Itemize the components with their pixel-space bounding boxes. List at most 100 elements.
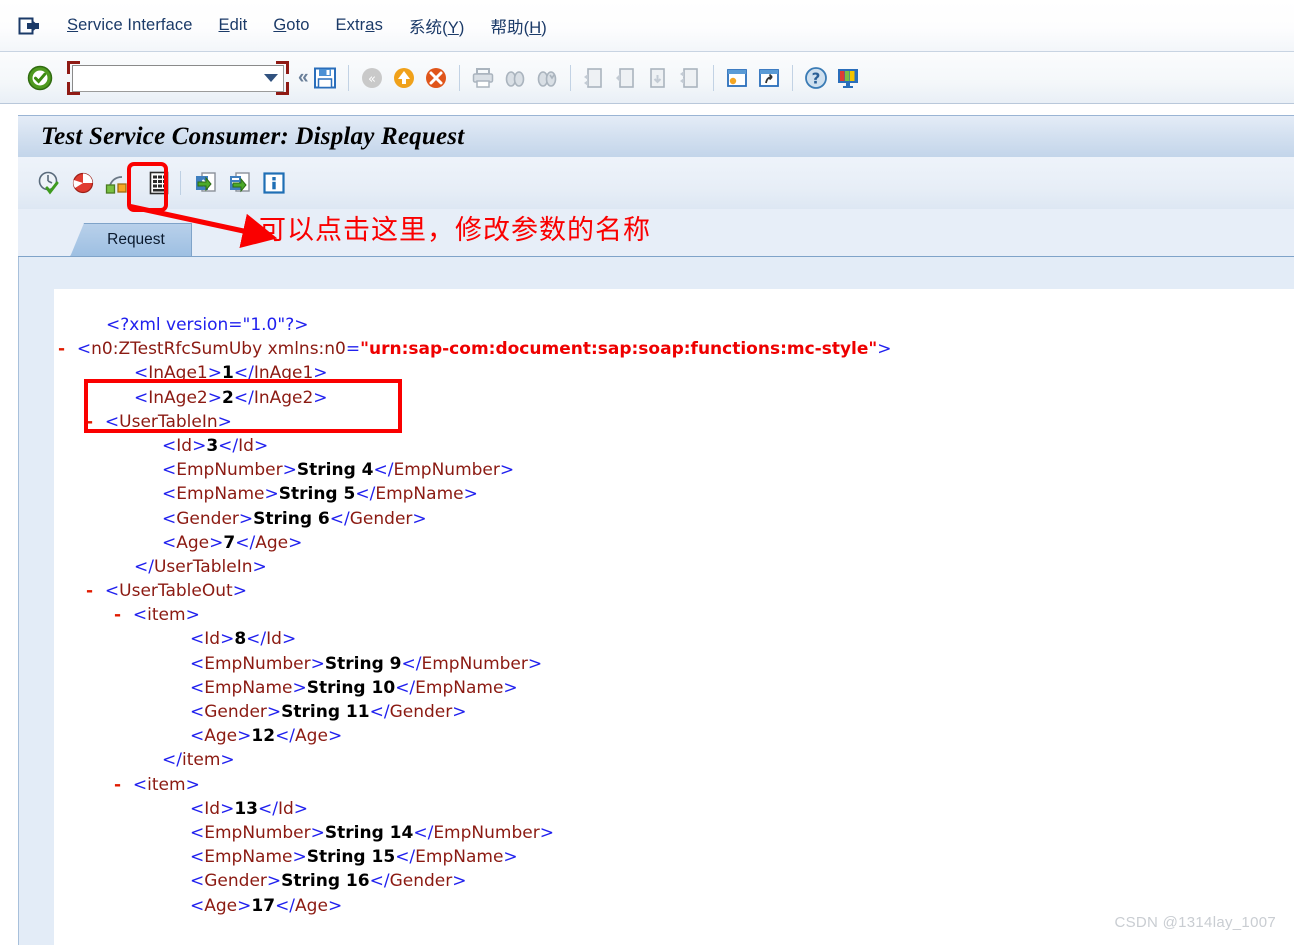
xml-tag: Id [204,798,221,819]
xml-tag: InAge1 [148,363,208,384]
edit-parameter-names-icon[interactable] [144,168,174,198]
create-shortcut-icon[interactable] [755,64,783,92]
tab-request[interactable]: Request [70,223,192,257]
xml-viewer[interactable]: <?xml version="1.0"?> - <n0:ZTestRfcSumUb… [54,289,1294,945]
xml-line: <EmpNumber>String 9</EmpNumber> [54,652,1294,676]
xml-brkt: > [264,484,279,505]
xml-val: String 15 [306,847,396,868]
green-check-icon[interactable] [27,65,53,91]
xml-tag: InAge2 [148,387,208,408]
xml-brkt: </ [218,435,239,456]
xml-brkt: > [281,629,297,650]
xml-brkt: > [293,798,309,819]
xml-brkt: < [162,508,177,529]
xml-val: String 4 [296,460,374,481]
export-xml-icon[interactable] [225,168,255,198]
information-icon[interactable] [259,168,289,198]
xml-tag: UserTableOut [119,581,233,602]
xml-brkt: > [503,677,518,698]
toolbar-separator [791,64,793,91]
xml-brkt: < [162,460,177,481]
help-icon[interactable]: ? [802,64,830,92]
xml-val: 12 [251,726,276,747]
trace-configuration-icon[interactable] [102,168,132,198]
svg-text:?: ? [811,69,820,87]
xml-val: String 10 [306,677,396,698]
menu-item-system[interactable]: 系统(Y) [396,11,478,41]
xml-brkt: > [185,605,200,626]
annotation-text: 可以点击这里，修改参数的名称 [259,215,651,246]
xml-collapse-toggle[interactable]: - [58,339,77,359]
xml-tag: Age [176,532,210,553]
xml-brkt: > [217,411,232,432]
xml-tag: Gender [349,508,413,529]
xml-val: 3 [206,435,219,456]
xml-brkt: > [463,484,478,505]
xml-val: 8 [234,629,247,650]
xml-brkt: < [190,798,205,819]
command-field[interactable] [72,64,284,92]
xml-line: <InAge2>2</InAge2> [54,386,1294,410]
xml-brkt: </ [257,798,278,819]
toolbar-separator [712,64,714,91]
menu-item-goto[interactable]: Goto [260,13,322,38]
xml-tag: Id [266,629,282,650]
xml-brkt: > [266,702,282,722]
exit-icon[interactable] [16,14,42,38]
next-page-icon [644,64,672,92]
app-toolbar-separator [180,171,181,195]
xml-brkt: </ [401,653,422,674]
xml-brkt: < [132,774,148,795]
collapse-toolbar-button[interactable]: « [298,67,309,89]
cancel-icon[interactable] [422,64,450,92]
xml-brkt: < [190,726,205,747]
highlight-bracket-top-left [67,60,80,74]
menu-bar: Service InterfaceService Interface Edit … [0,0,1294,52]
highlight-bracket-top-right [276,60,289,74]
xml-brkt: > [253,435,269,456]
xml-collapse-toggle[interactable]: - [114,775,133,795]
xml-brkt: > [207,363,222,384]
save-icon[interactable] [311,64,339,92]
menu-item-edit[interactable]: Edit [206,13,261,38]
command-input[interactable] [77,66,261,90]
menu-item-help[interactable]: 帮助(H) [477,11,559,41]
xml-brkt: < [190,702,205,722]
xml-collapse-toggle[interactable]: - [114,605,133,625]
xml-brkt: < [190,847,205,868]
xml-brkt: < [190,871,205,892]
test-service-icon[interactable] [68,168,98,198]
xml-brkt: > [412,508,427,529]
create-session-icon[interactable] [723,64,751,92]
xml-brkt: </ [235,532,256,553]
menu-item-service-interface[interactable]: Service InterfaceService Interface [54,13,206,38]
xml-attr: xmlns:n0 [267,339,346,360]
import-xml-icon[interactable] [191,168,221,198]
xml-tag: EmpName [415,847,504,868]
menu-item-extras[interactable]: Extras [323,13,396,38]
xml-tag: EmpNumber [204,822,311,843]
xml-line: <Age>12</Age> [54,724,1294,748]
xml-val: String 5 [278,484,356,505]
xml-brkt: > [452,871,467,892]
chevron-down-icon[interactable] [264,73,278,82]
xml-brkt: = [345,339,361,360]
layout-menu-icon[interactable] [834,64,862,92]
xml-val: 1 [221,363,234,384]
xml-brkt: </ [246,629,267,650]
xml-line: <Gender>String 6</Gender> [54,507,1294,531]
xml-collapse-toggle[interactable]: - [86,412,105,432]
exit-up-icon[interactable] [390,64,418,92]
xml-val: 17 [251,895,276,916]
first-page-icon [580,64,608,92]
check-consistency-icon[interactable] [34,168,64,198]
xml-brkt: > [192,435,207,456]
xml-brkt: > [220,629,235,650]
xml-tag: EmpNumber [176,460,283,481]
xml-brkt: < [132,605,148,626]
xml-line: <Age>7</Age> [54,531,1294,555]
xml-brkt: > [266,871,282,892]
xml-collapse-toggle[interactable]: - [86,581,105,601]
xml-tag: InAge2 [253,387,314,408]
find-next-icon [533,64,561,92]
